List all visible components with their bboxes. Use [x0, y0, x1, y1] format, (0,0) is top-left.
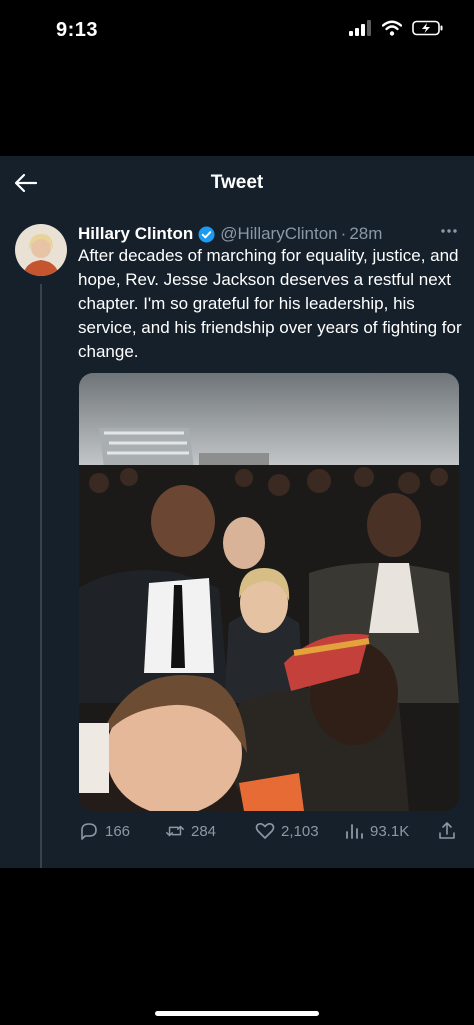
author-handle[interactable]: @HillaryClinton: [220, 224, 337, 244]
tweet-timestamp[interactable]: 28m: [349, 224, 382, 244]
reply-icon: [81, 823, 97, 840]
cellular-signal-icon: [349, 20, 371, 36]
battery-charging-icon: [412, 20, 443, 36]
view-count: 93.1K: [370, 822, 410, 840]
share-button[interactable]: [437, 821, 457, 841]
status-bar: 9:13: [0, 0, 474, 60]
photo-image: [79, 373, 459, 811]
like-count: 2,103: [281, 822, 319, 840]
share-icon: [439, 822, 455, 839]
heart-icon: [255, 823, 275, 839]
status-icons: [348, 20, 444, 36]
status-time: 9:13: [56, 19, 99, 41]
retweet-button[interactable]: 284: [165, 821, 216, 841]
avatar[interactable]: [15, 224, 67, 276]
tweet-screen: Tweet Hillary Clinton @HillaryClinton · …: [0, 156, 474, 868]
tweet-actions: 166 284 2,103 93.1K: [79, 821, 464, 845]
meta-separator: ·: [340, 224, 347, 243]
reply-count: 166: [105, 822, 131, 840]
page-title: Tweet: [210, 172, 264, 193]
more-options-icon[interactable]: [440, 221, 458, 241]
app-header: Tweet: [0, 156, 474, 208]
tweet-photo[interactable]: [79, 373, 459, 811]
avatar-image: [15, 224, 67, 276]
retweet-count: 284: [191, 822, 217, 840]
reply-button[interactable]: 166: [79, 821, 130, 841]
author-name[interactable]: Hillary Clinton: [78, 224, 193, 244]
views-chart-icon: [346, 824, 363, 839]
verified-badge-icon: [198, 225, 215, 243]
wifi-icon: [382, 20, 402, 36]
tweet-text: After decades of marching for equality, …: [78, 246, 462, 361]
retweet-icon: [166, 825, 184, 837]
thread-line: [40, 284, 42, 868]
tweet-header: Hillary Clinton @HillaryClinton · 28m: [78, 222, 463, 246]
home-indicator[interactable]: [155, 1011, 319, 1016]
views-button[interactable]: 93.1K: [344, 821, 409, 841]
like-button[interactable]: 2,103: [255, 821, 319, 841]
